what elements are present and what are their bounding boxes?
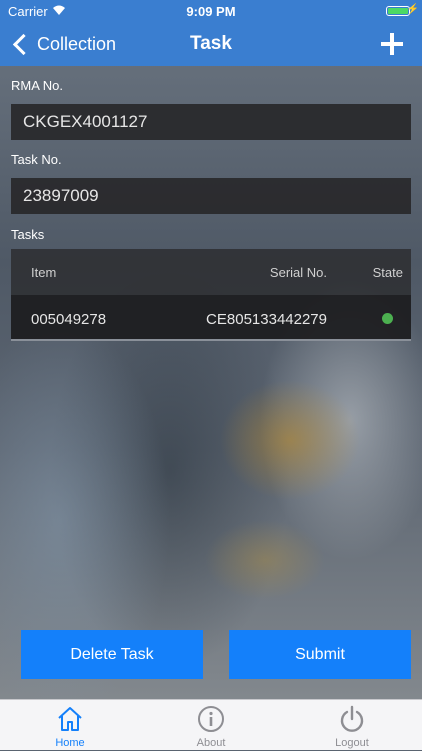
- task-field[interactable]: 23897009: [11, 178, 411, 214]
- tab-home[interactable]: Home: [0, 700, 140, 751]
- table-row[interactable]: 005049278 CE805133442279: [11, 295, 411, 341]
- tab-about-label: About: [196, 737, 226, 749]
- tab-about[interactable]: About: [141, 700, 281, 751]
- tab-logout-label: Logout: [335, 737, 369, 749]
- table-header: Item Serial No. State: [11, 249, 411, 295]
- header-state: State: [372, 265, 403, 280]
- plus-icon[interactable]: [380, 32, 404, 56]
- task-label: Task No.: [11, 152, 62, 167]
- tasks-label: Tasks: [11, 227, 45, 242]
- status-time: 9:09 PM: [186, 4, 236, 19]
- page-title: Task: [190, 33, 232, 54]
- status-bar: Carrier 9:09 PM ⚡: [0, 0, 422, 22]
- tab-logout[interactable]: Logout: [282, 700, 422, 751]
- row-serial: CE805133442279: [206, 311, 327, 328]
- delete-task-button[interactable]: Delete Task: [21, 630, 203, 679]
- rma-label: RMA No.: [11, 78, 64, 93]
- tab-bar: Home About Logout: [0, 699, 422, 750]
- navigation-bar: Collection Task: [0, 22, 422, 66]
- info-icon: [198, 706, 224, 732]
- rma-field[interactable]: CKGEX4001127: [11, 104, 411, 140]
- header-serial: Serial No.: [269, 265, 327, 280]
- submit-button[interactable]: Submit: [229, 630, 411, 679]
- charging-icon: ⚡: [406, 4, 419, 15]
- header-item: Item: [31, 265, 57, 280]
- home-icon: [58, 707, 82, 731]
- tab-home-label: Home: [55, 737, 85, 749]
- state-indicator-dot: [382, 313, 393, 324]
- power-icon: [340, 705, 364, 732]
- row-item: 005049278: [31, 311, 107, 328]
- tasks-table: Item Serial No. State 005049278 CE805133…: [11, 249, 411, 341]
